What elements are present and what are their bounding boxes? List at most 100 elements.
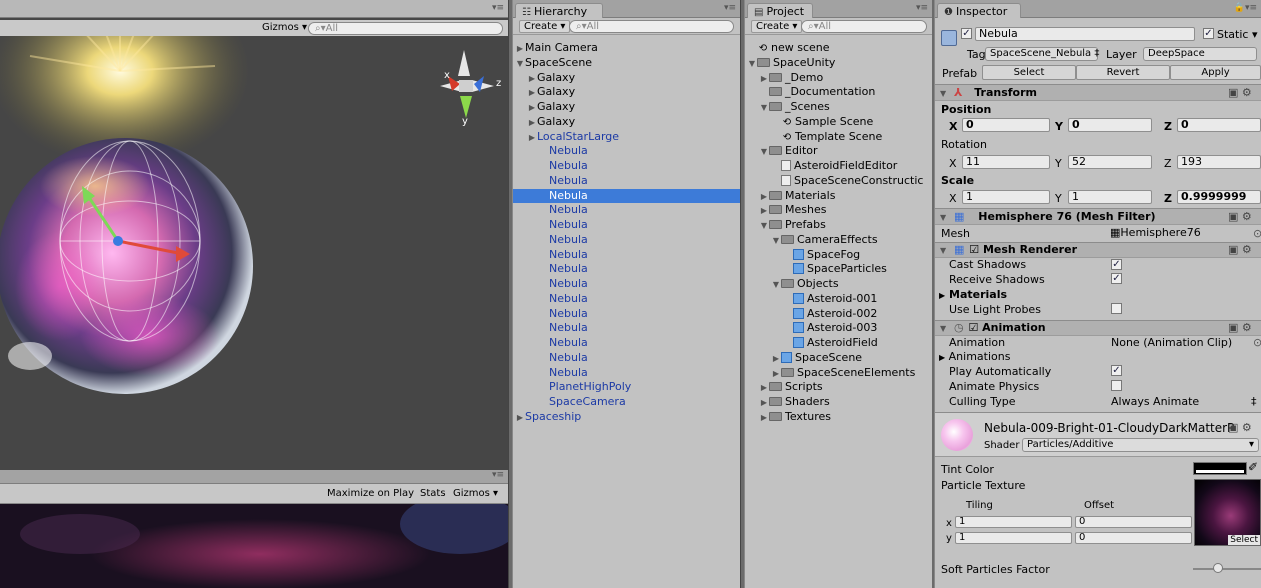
mesh-filter-header[interactable]: ▼ ▦ Hemisphere 76 (Mesh Filter)	[935, 208, 1261, 225]
project-row[interactable]: ▼ Prefabs	[745, 218, 932, 233]
project-menu-icon[interactable]: ▾≡	[916, 3, 928, 13]
soft-particles-slider-handle[interactable]	[1213, 563, 1223, 573]
static-checkbox[interactable]: ✓	[1203, 28, 1214, 39]
project-row[interactable]: ⟲ Sample Scene	[745, 115, 932, 130]
hierarchy-row[interactable]: Nebula	[513, 277, 740, 292]
project-row[interactable]: SpaceFog	[745, 248, 932, 263]
hierarchy-row[interactable]: Nebula	[513, 321, 740, 336]
project-row[interactable]: ▼ _Scenes	[745, 100, 932, 115]
particle-texture-thumbnail[interactable]: Select	[1194, 479, 1261, 546]
position-z-field[interactable]: 0	[1177, 118, 1261, 132]
hierarchy-row[interactable]: ▶ LocalStarLarge	[513, 130, 740, 145]
project-row[interactable]: Asteroid-003	[745, 321, 932, 336]
project-create-button[interactable]: Create ▾	[751, 20, 803, 33]
hierarchy-row[interactable]: Nebula	[513, 174, 740, 189]
project-row[interactable]: ▶ SpaceSceneElements	[745, 366, 932, 381]
hierarchy-row[interactable]: Nebula	[513, 336, 740, 351]
collapse-arrow-icon[interactable]: ▶	[759, 396, 769, 411]
collapse-arrow-icon[interactable]: ▶	[527, 131, 537, 146]
animations-foldout[interactable]: ▶ Animations	[939, 350, 1010, 363]
prefab-select-button[interactable]: Select	[982, 65, 1076, 80]
transform-help-gear-icon[interactable]: ▣ ⚙	[1228, 86, 1252, 99]
mesh-field[interactable]: ▦Hemisphere76	[1110, 226, 1201, 239]
hierarchy-row[interactable]: ▶ Galaxy	[513, 71, 740, 86]
collapse-arrow-icon[interactable]: ▶	[527, 116, 537, 131]
hierarchy-row[interactable]: Nebula	[513, 159, 740, 174]
tag-dropdown[interactable]: SpaceScene_Nebula ‡	[985, 47, 1099, 61]
hierarchy-row[interactable]: Nebula	[513, 218, 740, 233]
hierarchy-row[interactable]: ▶ Galaxy	[513, 115, 740, 130]
project-search-input[interactable]: ⌕▾All	[801, 20, 927, 33]
scene-viewport[interactable]: x y z	[0, 36, 508, 470]
hierarchy-row[interactable]: PlanetHighPoly	[513, 380, 740, 395]
project-row[interactable]: ▶ SpaceScene	[745, 351, 932, 366]
collapse-arrow-icon[interactable]: ▶	[759, 204, 769, 219]
project-row[interactable]: AsteroidFieldEditor	[745, 159, 932, 174]
hierarchy-row[interactable]: ▶ Galaxy	[513, 100, 740, 115]
hierarchy-row[interactable]: ▼ SpaceScene	[513, 56, 740, 71]
scale-z-field[interactable]: 0.9999999	[1177, 190, 1261, 204]
project-row[interactable]: ▶ Scripts	[745, 380, 932, 395]
use-light-probes-checkbox[interactable]	[1111, 303, 1122, 314]
mesh-renderer-enabled-checkbox[interactable]: ☑	[969, 243, 979, 256]
receive-shadows-checkbox[interactable]: ✓	[1111, 273, 1122, 284]
layer-dropdown[interactable]: DeepSpace	[1143, 47, 1257, 61]
animation-gear-icon[interactable]: ▣ ⚙	[1228, 321, 1252, 334]
hierarchy-row[interactable]: ▶ Main Camera	[513, 41, 740, 56]
expand-arrow-icon[interactable]: ▼	[759, 145, 769, 160]
animation-header[interactable]: ▼ ◷ ☑ Animation	[935, 320, 1261, 336]
animate-physics-checkbox[interactable]	[1111, 380, 1122, 391]
project-row[interactable]: AsteroidField	[745, 336, 932, 351]
project-row[interactable]: ▶ Shaders	[745, 395, 932, 410]
collapse-arrow-icon[interactable]: ▶	[759, 190, 769, 205]
hierarchy-row[interactable]: Nebula	[513, 351, 740, 366]
rotation-x-field[interactable]: 11	[962, 155, 1050, 169]
culling-type-dropdown[interactable]: Always Animate ‡	[1111, 395, 1257, 408]
collapse-arrow-icon[interactable]: ▶	[527, 72, 537, 87]
prefab-revert-button[interactable]: Revert	[1076, 65, 1170, 80]
offset-y-field[interactable]: 0	[1075, 532, 1192, 544]
move-gizmo-center[interactable]	[113, 236, 123, 246]
hierarchy-row[interactable]: Nebula	[513, 248, 740, 263]
shader-dropdown[interactable]: Particles/Additive ▾	[1022, 438, 1259, 452]
hierarchy-row[interactable]: Nebula	[513, 262, 740, 277]
scene-view[interactable]: ▾≡ Gizmos ▾ ⌕▾All x y z	[0, 0, 508, 470]
expand-arrow-icon[interactable]: ▼	[515, 57, 525, 72]
mesh-renderer-header[interactable]: ▼ ▦ ☑ Mesh Renderer	[935, 242, 1261, 258]
hierarchy-row[interactable]: Nebula	[513, 203, 740, 218]
hierarchy-row[interactable]: Nebula	[513, 144, 740, 159]
prefab-apply-button[interactable]: Apply	[1170, 65, 1261, 80]
project-row[interactable]: ▼ Editor	[745, 144, 932, 159]
project-row[interactable]: Asteroid-002	[745, 307, 932, 322]
tab-inspector[interactable]: ❶ Inspector	[937, 3, 1021, 18]
collapse-arrow-icon[interactable]: ▶	[759, 381, 769, 396]
project-row[interactable]: ⟲ new scene	[745, 41, 932, 56]
mesh-filter-gear-icon[interactable]: ▣ ⚙	[1228, 210, 1252, 223]
offset-x-field[interactable]: 0	[1075, 516, 1192, 528]
materials-foldout[interactable]: ▶ Materials	[939, 288, 1007, 301]
collapse-arrow-icon[interactable]: ▶	[515, 42, 525, 57]
project-row[interactable]: ▼ Objects	[745, 277, 932, 292]
texture-select-button[interactable]: Select	[1228, 535, 1260, 545]
scene-search-input[interactable]: ⌕▾All	[308, 22, 503, 35]
scale-y-field[interactable]: 1	[1068, 190, 1152, 204]
project-row[interactable]: SpaceSceneConstructic	[745, 174, 932, 189]
transform-header[interactable]: ▼ ⅄ Transform	[935, 84, 1261, 101]
tab-hierarchy[interactable]: ☷ Hierarchy	[515, 3, 603, 18]
project-row[interactable]: Asteroid-001	[745, 292, 932, 307]
collapse-arrow-icon[interactable]: ▶	[759, 411, 769, 426]
tiling-x-field[interactable]: 1	[955, 516, 1072, 528]
animation-enabled-checkbox[interactable]: ☑	[968, 321, 978, 334]
expand-arrow-icon[interactable]: ▼	[771, 278, 781, 293]
hierarchy-row[interactable]: ▶ Spaceship	[513, 410, 740, 425]
project-row[interactable]: ▶ Materials	[745, 189, 932, 204]
tab-project[interactable]: ▤ Project	[747, 3, 813, 18]
play-automatically-checkbox[interactable]: ✓	[1111, 365, 1122, 376]
collapse-arrow-icon[interactable]: ▶	[515, 411, 525, 426]
collapse-arrow-icon[interactable]: ▶	[771, 367, 781, 382]
expand-arrow-icon[interactable]: ▼	[771, 234, 781, 249]
project-row[interactable]: ⟲ Template Scene	[745, 130, 932, 145]
material-gear-icon[interactable]: ▣ ⚙	[1228, 421, 1252, 434]
active-checkbox[interactable]: ✓	[961, 28, 972, 39]
expand-arrow-icon[interactable]: ▼	[759, 219, 769, 234]
